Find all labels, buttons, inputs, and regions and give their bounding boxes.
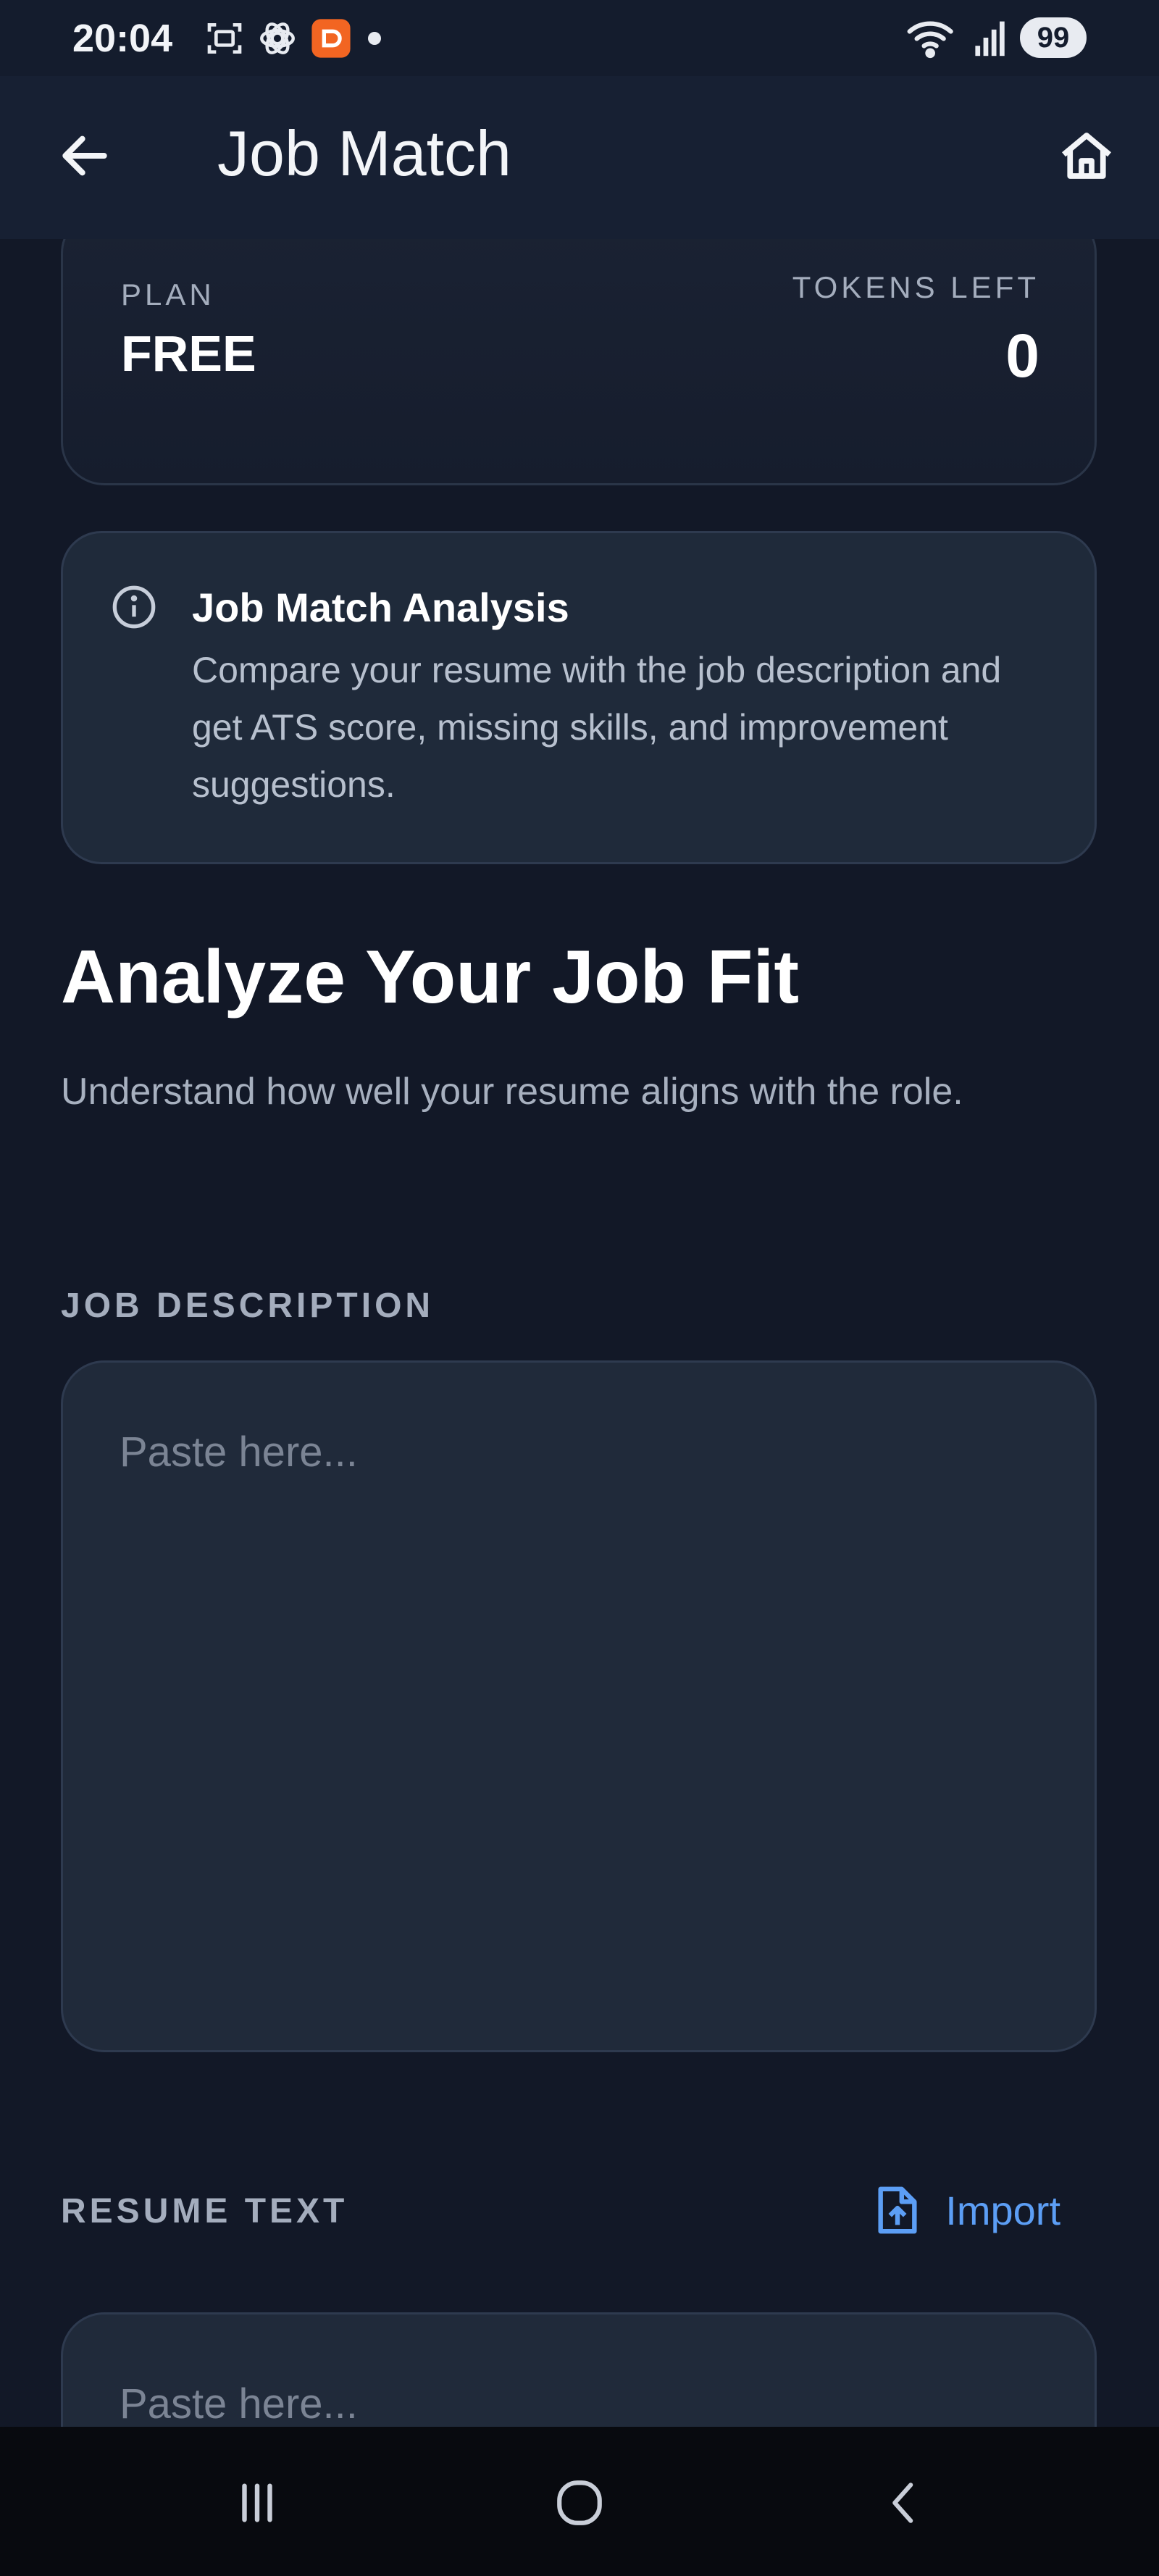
back-arrow-icon (62, 135, 107, 176)
home-button[interactable] (1050, 118, 1123, 193)
page-title: Job Match (217, 117, 511, 189)
system-nav-bar (0, 2427, 1159, 2576)
resume-text-input[interactable] (61, 2312, 1097, 2427)
chatgpt-icon (260, 22, 295, 54)
plan-card: PLAN FREE TOKENS LEFT 0 (61, 239, 1097, 485)
info-icon (112, 585, 156, 629)
app-notification-icon (311, 19, 351, 58)
job-description-label: JOB DESCRIPTION (61, 1287, 435, 1325)
nav-back-button[interactable] (865, 2463, 945, 2543)
signal-icon (975, 21, 1005, 57)
recents-icon (242, 2483, 272, 2522)
system-icons: 99 (905, 16, 1087, 59)
app-bar: Job Match (0, 76, 1159, 239)
info-description: Compare your resume with the job descrip… (192, 650, 1002, 805)
section-subheading: Understand how well your resume aligns w… (61, 1071, 963, 1113)
screenshot-icon (207, 23, 242, 54)
nav-home-icon (557, 2480, 602, 2525)
plan-value: FREE (121, 325, 256, 382)
battery-indicator: 99 (1020, 17, 1087, 58)
home-icon (1062, 133, 1111, 179)
back-button[interactable] (52, 120, 117, 192)
info-title: Job Match Analysis (192, 585, 569, 630)
wifi-icon (907, 21, 953, 59)
plan-label: PLAN (121, 277, 215, 311)
file-upload-icon (878, 2186, 917, 2234)
recents-button[interactable] (217, 2463, 297, 2543)
status-bar: 20:04 99 (0, 0, 1159, 76)
nav-back-icon (892, 2483, 913, 2523)
status-time: 20:04 (72, 17, 173, 60)
scroll-content[interactable]: PLAN FREE TOKENS LEFT 0 Job Match Analys… (0, 239, 1159, 2427)
dot-icon (368, 32, 381, 45)
job-description-input[interactable] (61, 1360, 1097, 2052)
notification-icons (204, 17, 385, 59)
import-button[interactable]: Import (876, 2178, 1060, 2243)
resume-text-label: RESUME TEXT (61, 2192, 348, 2230)
tokens-value: 0 (1005, 322, 1039, 390)
tokens-label: TOKENS LEFT (792, 270, 1039, 304)
import-label: Import (945, 2187, 1060, 2233)
nav-home-button[interactable] (540, 2463, 619, 2543)
section-heading: Analyze Your Job Fit (61, 935, 799, 1019)
info-card: Job Match Analysis Compare your resume w… (61, 531, 1097, 864)
